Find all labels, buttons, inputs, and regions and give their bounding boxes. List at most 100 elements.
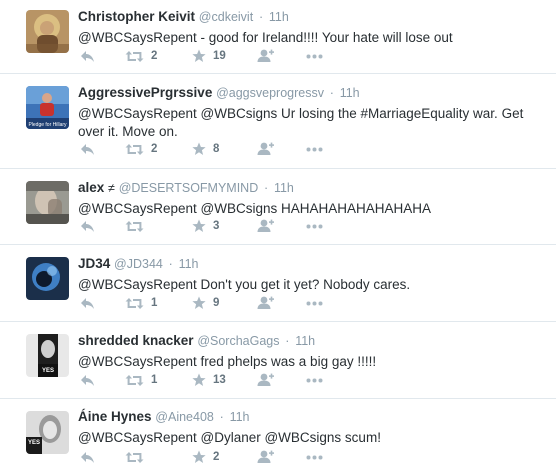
favorite-button[interactable]: 8 (192, 141, 219, 157)
favorite-button[interactable]: 19 (192, 48, 226, 64)
favorite-button[interactable]: 13 (192, 372, 226, 388)
reply-button[interactable] (80, 141, 95, 157)
tweet[interactable]: Pledge for Hillary AggressivePrgrssive @… (0, 74, 556, 169)
follow-button[interactable] (256, 218, 274, 234)
star-icon (192, 296, 206, 309)
star-icon (192, 450, 206, 463)
timestamp[interactable]: 11h (230, 410, 250, 424)
bw-portrait-avatar: YES (26, 411, 69, 454)
avatar[interactable]: YES (26, 411, 69, 454)
more-icon (306, 54, 323, 58)
retweet-button[interactable] (125, 449, 151, 465)
separator-dot: · (264, 181, 269, 195)
follow-button[interactable] (256, 449, 274, 465)
tweet-header: Christopher Keivit @cdkeivit · 11h (78, 8, 548, 26)
retweet-button[interactable]: 2 (125, 48, 157, 64)
reply-button[interactable] (80, 48, 95, 64)
timestamp[interactable]: 11h (340, 86, 360, 100)
add-user-icon (257, 49, 274, 62)
more-button[interactable] (306, 48, 323, 64)
user-handle[interactable]: @Aine408 (155, 410, 214, 424)
reply-button[interactable] (80, 218, 95, 234)
more-button[interactable] (306, 449, 323, 465)
reply-icon (81, 374, 94, 386)
follow-button[interactable] (256, 48, 274, 64)
reply-button[interactable] (80, 372, 95, 388)
user-handle[interactable]: @DESERTSOFMYMIND (119, 181, 259, 195)
retweet-count: 1 (151, 297, 158, 309)
add-user-icon (257, 219, 274, 232)
follow-button[interactable] (256, 295, 274, 311)
more-button[interactable] (306, 372, 323, 388)
name-badge: ≠ (108, 181, 115, 195)
tweet[interactable]: Christopher Keivit @cdkeivit · 11h @WBCS… (0, 0, 556, 74)
user-handle[interactable]: @aggsveprogressv (216, 86, 324, 100)
user-fullname[interactable]: AggressivePrgrssive (78, 85, 212, 100)
follow-button[interactable] (256, 372, 274, 388)
reply-button[interactable] (80, 295, 95, 311)
avatar[interactable]: YES (26, 334, 69, 377)
retweet-count: 2 (151, 50, 158, 62)
user-handle[interactable]: @JD344 (114, 257, 163, 271)
add-user-icon (257, 142, 274, 155)
retweet-icon (125, 374, 144, 386)
avatar[interactable] (26, 10, 69, 53)
avatar[interactable] (26, 181, 69, 224)
religious-painting-avatar (26, 10, 69, 53)
reply-button[interactable] (80, 449, 95, 465)
avatar-caption: Pledge for Hillary (28, 122, 67, 128)
tweet-header: AggressivePrgrssive @aggsveprogressv · 1… (78, 84, 548, 102)
retweet-count: 2 (151, 143, 158, 155)
retweet-icon (125, 297, 144, 309)
avatar-caption: YES (28, 440, 40, 446)
user-handle[interactable]: @SorchaGags (197, 334, 279, 348)
add-user-icon (257, 296, 274, 309)
retweet-button[interactable]: 1 (125, 295, 157, 311)
retweet-button[interactable] (125, 218, 151, 234)
tweet[interactable]: YES shredded knacker @SorchaGags · 11h @… (0, 322, 556, 399)
more-button[interactable] (306, 218, 323, 234)
more-icon (306, 378, 323, 382)
follow-button[interactable] (256, 141, 274, 157)
hillary-campaign-avatar: Pledge for Hillary (26, 86, 69, 129)
more-icon (306, 455, 323, 459)
user-fullname[interactable]: shredded knacker (78, 333, 194, 348)
favorite-button[interactable]: 2 (192, 449, 219, 465)
avatar[interactable] (26, 257, 69, 300)
tweet[interactable]: YES Áine Hynes @Aine408 · 11h @WBCSaysRe… (0, 399, 556, 472)
separator-dot: · (329, 86, 334, 100)
tweet-header: alex ≠ @DESERTSOFMYMIND · 11h (78, 179, 548, 197)
tweet-text: @WBCSaysRepent Don't you get it yet? Nob… (78, 277, 411, 292)
timestamp[interactable]: 11h (179, 257, 199, 271)
separator-dot: · (285, 334, 290, 348)
tweet-header: JD34 @JD344 · 11h (78, 255, 548, 273)
user-handle[interactable]: @cdkeivit (199, 10, 253, 24)
favorite-button[interactable]: 3 (192, 218, 219, 234)
avatar[interactable]: Pledge for Hillary (26, 86, 69, 129)
favorite-count: 9 (213, 297, 220, 309)
user-fullname[interactable]: Christopher Keivit (78, 9, 195, 24)
timestamp[interactable]: 11h (269, 10, 289, 24)
star-icon (192, 49, 206, 62)
favorite-button[interactable]: 9 (192, 295, 219, 311)
user-fullname[interactable]: Áine Hynes (78, 409, 152, 424)
tweet[interactable]: alex ≠ @DESERTSOFMYMIND · 11h @WBCSaysRe… (0, 169, 556, 245)
tweet[interactable]: JD34 @JD344 · 11h @WBCSaysRepent Don't y… (0, 245, 556, 322)
tweet-text: @WBCSaysRepent @WBCsigns HAHAHAHAHAHAHAH… (78, 201, 431, 216)
more-icon (306, 301, 323, 305)
timestamp[interactable]: 11h (295, 334, 315, 348)
retweet-button[interactable]: 1 (125, 372, 157, 388)
tweet-actions: 2 (80, 449, 340, 465)
retweet-icon (125, 50, 144, 62)
user-fullname[interactable]: JD34 (78, 256, 110, 271)
retweet-button[interactable]: 2 (125, 141, 157, 157)
more-button[interactable] (306, 295, 323, 311)
more-button[interactable] (306, 141, 323, 157)
tweet-actions: 2 19 (80, 48, 340, 64)
favorite-count: 2 (213, 451, 220, 463)
tweet-text: @WBCSaysRepent - good for Ireland!!!! Yo… (78, 30, 453, 45)
favorite-count: 13 (213, 374, 226, 386)
more-icon (306, 147, 323, 151)
timestamp[interactable]: 11h (274, 181, 294, 195)
user-fullname[interactable]: alex (78, 180, 104, 195)
